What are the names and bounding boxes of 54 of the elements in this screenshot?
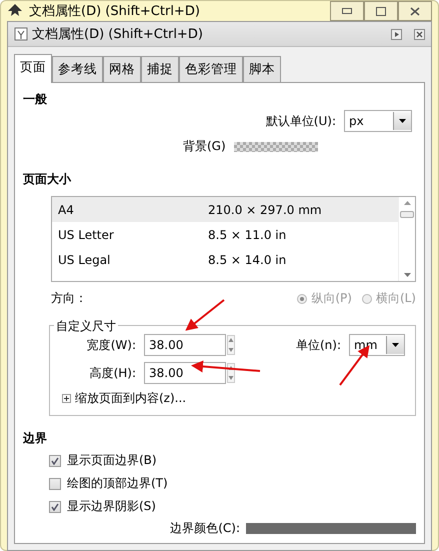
checkbox[interactable] (49, 478, 61, 490)
field-label: 高度(H): (88, 364, 137, 382)
tab[interactable]: 捕捉 (141, 56, 179, 82)
scale-to-content-link[interactable]: 缩放页面到内容(z)... (75, 390, 186, 407)
app-logo-icon (7, 3, 23, 19)
unit-dropdown[interactable]: px (344, 110, 412, 132)
close-icon (410, 6, 420, 16)
spin-arrows-icon[interactable] (227, 335, 235, 355)
page-size-row[interactable]: A4 210.0 × 297.0 mm (52, 197, 398, 222)
width-field[interactable]: 38.00 (144, 334, 226, 356)
field-label: 默认单位(U): (266, 112, 336, 130)
dock-icon[interactable] (391, 28, 402, 40)
page-size-row[interactable]: US Letter 8.5 × 11.0 in (52, 222, 398, 247)
section-heading: 页面大小 (23, 171, 72, 188)
caret-icon (399, 119, 406, 123)
checkbox-label[interactable]: 显示边界阴影(S) (67, 498, 156, 515)
tab[interactable]: 网格 (103, 56, 141, 82)
tab[interactable]: 参考线 (52, 56, 103, 82)
field-label: 宽度(W): (86, 336, 137, 354)
window-title: 文档属性(D) (Shift+Ctrl+D) (29, 3, 201, 20)
annotation-arrow (185, 299, 225, 331)
checkbox-label[interactable]: 绘图的顶部边界(T) (67, 475, 168, 492)
field-label: 边界颜色(C): (170, 520, 240, 537)
scroll-down-icon[interactable] (404, 273, 410, 277)
section-heading: 边界 (23, 430, 48, 447)
background-swatch[interactable] (234, 142, 318, 152)
maximize-button[interactable] (364, 1, 398, 21)
color-swatch[interactable] (246, 523, 416, 534)
field-label: 背景(G) (183, 138, 226, 155)
minimize-icon (342, 8, 352, 14)
tab[interactable]: 页面 (14, 54, 52, 83)
field-label: 方向： (51, 290, 88, 307)
close-icon[interactable] (414, 28, 425, 40)
checkbox[interactable] (49, 454, 61, 466)
field-label: 单位(n): (296, 336, 341, 354)
page-size-row[interactable]: US Legal 8.5 × 14.0 in (52, 247, 398, 272)
tab[interactable]: 色彩管理 (179, 56, 243, 82)
checkbox-label[interactable]: 显示页面边界(B) (67, 452, 157, 469)
spin-arrows-icon[interactable] (227, 363, 235, 383)
annotation-arrow (191, 360, 260, 372)
group-legend: 自定义尺寸 (54, 318, 118, 335)
minimize-button[interactable] (330, 1, 364, 21)
dialog-title: 文档属性(D) (Shift+Ctrl+D) (32, 26, 204, 43)
maximize-icon (376, 6, 386, 16)
height-field[interactable]: 38.00 (144, 362, 226, 384)
close-button[interactable] (398, 1, 432, 21)
checkbox[interactable] (49, 500, 61, 512)
expand-icon[interactable] (62, 394, 71, 403)
caret-icon (392, 343, 399, 347)
scroll-up-icon[interactable] (404, 201, 410, 205)
tab[interactable]: 脚本 (243, 56, 281, 82)
scroll-thumb[interactable] (400, 211, 414, 218)
scrollbar[interactable] (398, 197, 415, 281)
section-heading: 一般 (23, 91, 48, 108)
